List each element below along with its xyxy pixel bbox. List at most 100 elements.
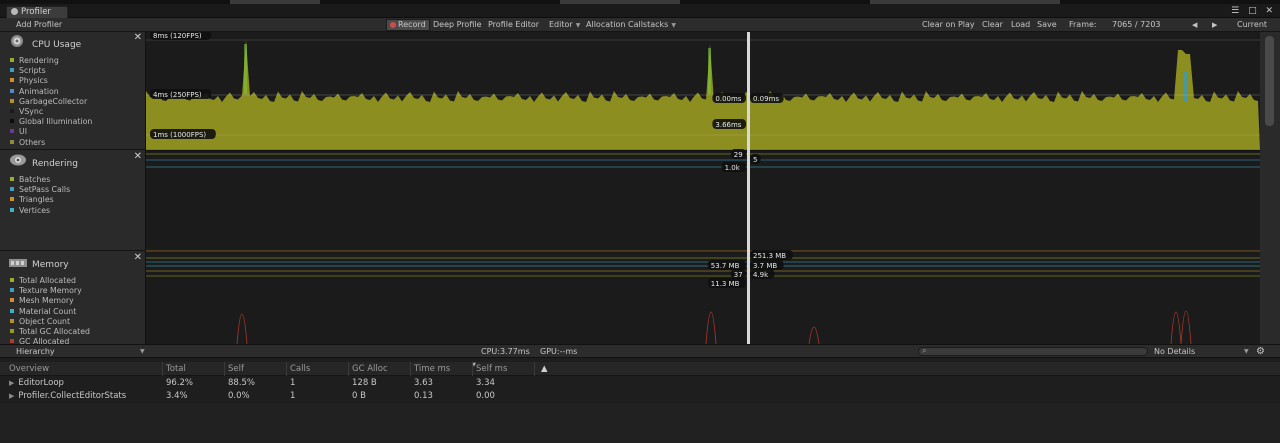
legend-label: Others — [19, 137, 46, 147]
memory-close-icon[interactable]: ✕ — [134, 252, 142, 263]
legend-item-animation[interactable]: Animation — [10, 87, 92, 97]
legend-item-scripts[interactable]: Scripts — [10, 66, 92, 76]
add-profiler-dropdown[interactable]: Add Profiler — [16, 19, 62, 31]
expand-arrow-icon[interactable]: ▶ — [9, 392, 14, 400]
chevron-down-icon[interactable]: ▼ — [140, 345, 145, 358]
clear-on-play-toggle[interactable]: Clear on Play — [922, 19, 975, 31]
row-name-label: Profiler.CollectEditorStats — [18, 391, 127, 401]
guide-label-8ms: 8ms (120FPS) — [153, 32, 202, 40]
save-button[interactable]: Save — [1037, 19, 1057, 31]
profiler-graphs[interactable]: 8ms (120FPS) 4ms (250FPS) 1ms (1000FPS) 0.0… — [146, 32, 1260, 344]
frame-counter: 7065 / 7203 — [1112, 20, 1161, 29]
legend-label: Rendering — [19, 56, 59, 65]
column-header-gc-alloc[interactable]: GC Alloc — [348, 362, 410, 376]
legend-item-object-count[interactable]: Object Count — [10, 317, 90, 327]
legend-item-others[interactable]: Others — [10, 138, 92, 148]
gear-icon[interactable]: ⚙ — [1256, 345, 1265, 358]
clear-button[interactable]: Clear — [982, 19, 1003, 31]
memory-icon — [9, 259, 27, 267]
column-header-calls[interactable]: Calls — [286, 362, 348, 376]
cpu-usage-title[interactable]: CPU Usage — [32, 38, 81, 52]
cpu-usage-icon — [11, 35, 23, 47]
load-button[interactable]: Load — [1011, 19, 1030, 31]
profiler-tab-title: Profiler — [21, 7, 51, 17]
legend-swatch — [10, 129, 14, 134]
legend-item-total-allocated[interactable]: Total Allocated — [10, 276, 90, 286]
view-mode-dropdown[interactable]: Hierarchy — [16, 345, 55, 358]
legend-label: Batches — [19, 175, 51, 184]
prev-frame-button[interactable]: ◀ — [1192, 19, 1197, 31]
next-frame-button[interactable]: ▶ — [1212, 19, 1217, 31]
legend-item-texture-memory[interactable]: Texture Memory — [10, 286, 90, 296]
legend-item-triangles[interactable]: Triangles — [10, 195, 70, 205]
record-button[interactable]: Record — [386, 19, 430, 31]
legend-swatch — [10, 98, 14, 103]
record-icon — [390, 22, 396, 28]
column-header-self[interactable]: Self — [224, 362, 286, 376]
legend-item-total-gc-allocated[interactable]: Total GC Allocated — [10, 327, 90, 337]
profile-editor-button[interactable]: Profile Editor — [488, 19, 539, 31]
legend-item-ui[interactable]: UI — [10, 127, 92, 137]
legend-item-vsync[interactable]: VSync — [10, 107, 92, 117]
column-header-time-ms[interactable]: Time ms ▼ — [410, 362, 476, 376]
search-input[interactable]: ⌕ — [918, 346, 1148, 356]
memory-legend: Total Allocated Texture Memory Mesh Memory… — [10, 276, 90, 347]
row-cell: 1 — [290, 391, 296, 401]
rendering-legend: Batches SetPass Calls Triangles Vertices — [10, 175, 70, 216]
gc-alloc-spike — [1180, 310, 1192, 344]
memory-title[interactable]: Memory — [32, 258, 69, 272]
module-divider — [0, 149, 146, 150]
details-dropdown[interactable]: No Details — [1154, 345, 1195, 358]
hierarchy-table-header: Overview Total Self Calls GC Alloc Time ms ▼ Se… — [0, 362, 1280, 376]
current-frame-button[interactable]: Current — [1237, 19, 1267, 31]
cpu-close-icon[interactable]: ✕ — [134, 32, 142, 43]
scrollbar-thumb[interactable] — [1265, 36, 1274, 126]
cpu-sel-label-1: 0.09ms — [753, 95, 779, 103]
row-cell: 0.0% — [228, 391, 250, 401]
profiler-tab-icon — [11, 8, 18, 15]
legend-swatch — [10, 119, 14, 124]
cpu-sel-label-2: 3.66ms — [715, 121, 741, 129]
legend-label: SetPass Calls — [19, 185, 71, 195]
column-header-self-ms[interactable]: Self ms — [472, 362, 534, 376]
legend-item-vertices[interactable]: Vertices — [10, 206, 70, 216]
column-header-overview[interactable]: Overview — [6, 362, 162, 376]
rendering-title[interactable]: Rendering — [32, 157, 78, 171]
legend-label: VSync — [19, 106, 44, 116]
table-row[interactable]: ▶ EditorLoop 96.2% 88.5% 1 128 B 3.63 3.34 — [0, 377, 1280, 390]
allocation-callstacks-dropdown[interactable]: Allocation Callstacks ▼ — [586, 19, 676, 31]
row-cell: 88.5% — [228, 378, 256, 388]
legend-item-physics[interactable]: Physics — [10, 76, 92, 86]
deep-profile-button[interactable]: Deep Profile — [433, 19, 482, 31]
rendering-icon — [10, 154, 26, 166]
expand-arrow-icon[interactable]: ▶ — [9, 379, 14, 387]
profiler-tab[interactable]: Profiler — [6, 6, 68, 18]
legend-swatch — [10, 298, 14, 303]
legend-item-batches[interactable]: Batches — [10, 175, 70, 185]
legend-item-garbagecollector[interactable]: GarbageCollector — [10, 97, 92, 107]
table-row[interactable]: ▶ Profiler.CollectEditorStats 3.4% 0.0% 1 0 B… — [0, 390, 1280, 403]
column-header-total[interactable]: Total — [162, 362, 224, 376]
target-dropdown[interactable]: Editor ▼ — [549, 19, 580, 31]
legend-label: Texture Memory — [19, 286, 82, 296]
column-header--[interactable]: ▲ — [534, 362, 554, 376]
legend-item-material-count[interactable]: Material Count — [10, 307, 90, 317]
legend-item-mesh-memory[interactable]: Mesh Memory — [10, 296, 90, 306]
cpu-time: CPU:3.77ms — [481, 347, 530, 356]
gc-alloc-spike — [808, 326, 820, 344]
row-cell: 3.63 — [414, 378, 433, 388]
chevron-down-icon[interactable]: ▼ — [1244, 345, 1249, 358]
row-cell: 0.13 — [414, 391, 433, 401]
cpu-legend: Rendering Scripts Physics Animation GarbageC… — [10, 56, 92, 148]
legend-item-setpass-calls[interactable]: SetPass Calls — [10, 185, 70, 195]
window-controls[interactable]: ☰ □ ✕ — [1231, 6, 1276, 16]
legend-item-rendering[interactable]: Rendering — [10, 56, 92, 66]
legend-label: Material Count — [19, 306, 77, 316]
allocation-callstacks-label: Allocation Callstacks — [586, 20, 669, 29]
modules-scrollbar[interactable] — [1260, 32, 1280, 344]
record-label: Record — [398, 20, 426, 29]
legend-item-global-illumination[interactable]: Global Illumination — [10, 117, 92, 127]
rendering-close-icon[interactable]: ✕ — [134, 151, 142, 162]
row-cell: 0 B — [352, 391, 366, 401]
search-icon: ⌕ — [922, 346, 927, 355]
